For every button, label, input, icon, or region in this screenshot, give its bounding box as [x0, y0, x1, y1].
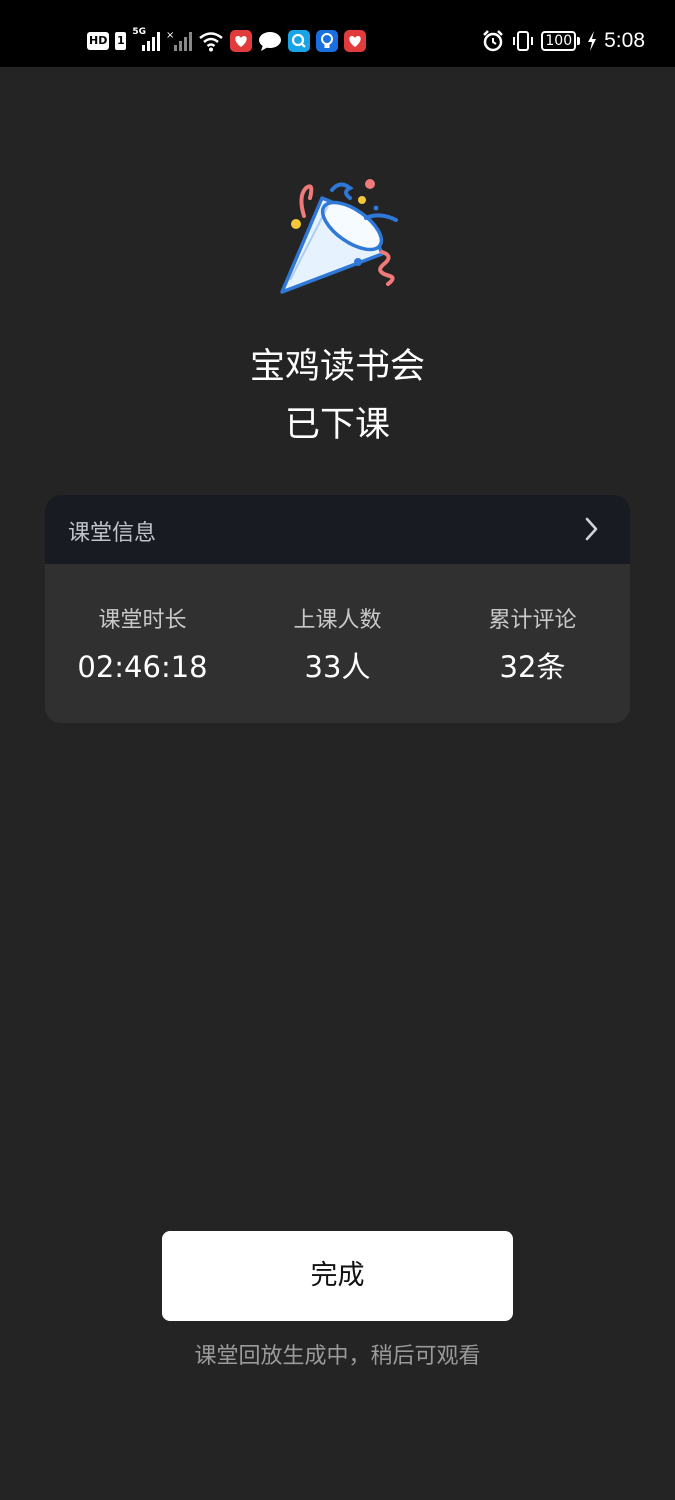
- alarm-icon: [481, 29, 505, 53]
- course-title: 宝鸡读书会: [249, 347, 425, 387]
- done-button[interactable]: 完成: [162, 1231, 513, 1321]
- sim-indicator: 1: [115, 32, 127, 50]
- vibrate-icon: [511, 29, 535, 53]
- stat-attendees: 上课人数 33人: [240, 604, 435, 686]
- stat-duration: 课堂时长 02:46:18: [45, 604, 240, 686]
- status-bar: HD 1 5G × 100 5:08: [0, 0, 675, 67]
- signal-icon: 5G: [132, 27, 161, 53]
- class-stats: 课堂时长 02:46:18 上课人数 33人 累计评论 32条: [45, 564, 630, 723]
- app-notification-icon: [230, 30, 253, 52]
- hd-badge: HD: [87, 32, 110, 50]
- party-popper-icon: [270, 176, 404, 300]
- search-app-icon: [288, 30, 311, 52]
- message-icon: [258, 30, 282, 52]
- status-time: 5:08: [604, 29, 645, 52]
- stat-value: 33人: [304, 650, 371, 684]
- wifi-icon: [198, 29, 224, 53]
- status-bar-right: 100 5:08: [481, 27, 645, 55]
- stat-comments: 累计评论 32条: [435, 604, 630, 686]
- app-notification-icon: [344, 30, 367, 52]
- status-bar-left: HD 1 5G ×: [87, 27, 367, 55]
- chevron-right-icon: [580, 515, 604, 543]
- stat-label: 课堂时长: [98, 608, 187, 633]
- class-ended-status: 已下课: [284, 405, 390, 445]
- class-info-title: 课堂信息: [68, 521, 157, 546]
- charging-icon: [586, 29, 598, 53]
- stat-value: 02:46:18: [77, 650, 208, 684]
- class-info-header[interactable]: 课堂信息: [45, 495, 630, 564]
- battery-icon: 100: [541, 31, 580, 51]
- svg-text:×: ×: [166, 30, 174, 41]
- bulb-app-icon: [316, 30, 339, 52]
- stat-label: 累计评论: [488, 608, 577, 633]
- class-info-card: 课堂信息 课堂时长 02:46:18 上课人数 33人 累计评论 32条: [45, 495, 630, 723]
- signal-no-service-icon: ×: [166, 29, 193, 53]
- stat-label: 上课人数: [293, 608, 382, 633]
- playback-note: 课堂回放生成中，稍后可观看: [194, 1344, 481, 1369]
- stat-value: 32条: [499, 650, 566, 684]
